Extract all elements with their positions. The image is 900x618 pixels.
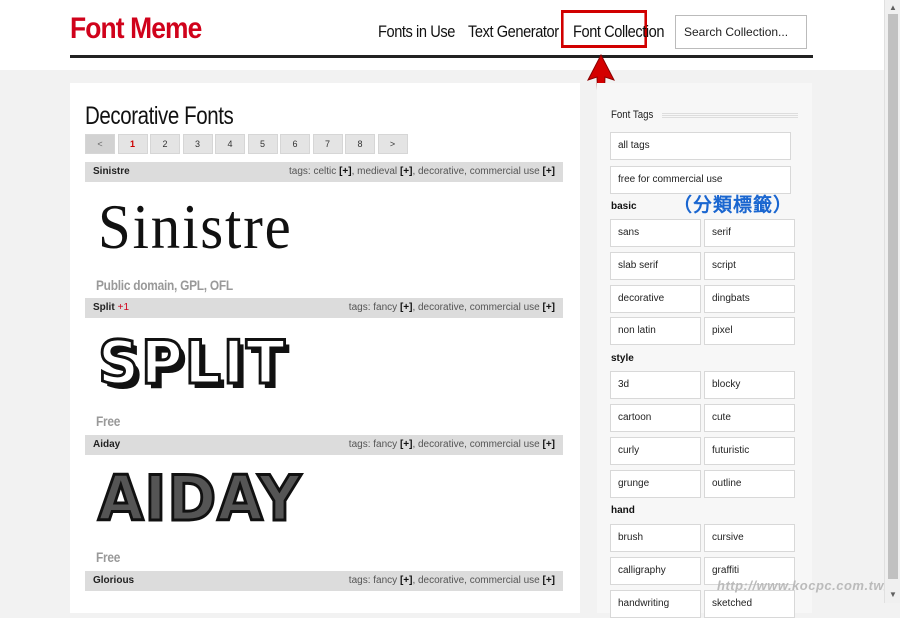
font-tags: tags: celtic [+], medieval [+], decorati…: [289, 166, 556, 177]
pager-page-5[interactable]: 5: [247, 134, 278, 154]
tag-add-link[interactable]: [+]: [339, 166, 352, 177]
tag-link[interactable]: medieval: [357, 166, 397, 177]
font-name-link[interactable]: Split +1: [93, 298, 129, 318]
font-license: Free: [96, 549, 121, 565]
annotation-label: （分類標籤）: [673, 195, 794, 216]
tag-item[interactable]: pixel: [704, 317, 795, 345]
tag-add-link[interactable]: [+]: [543, 166, 556, 177]
tag-link[interactable]: decorative, commercial use: [418, 575, 540, 586]
tag-item[interactable]: decorative: [610, 285, 701, 313]
font-row-header: Sinistre tags: celtic [+], medieval [+],…: [85, 162, 563, 182]
tag-add-link[interactable]: [+]: [400, 166, 413, 177]
tag-link[interactable]: decorative, commercial use: [418, 302, 540, 313]
tag-link[interactable]: tags: celtic: [289, 166, 336, 177]
scroll-up-arrow-icon[interactable]: ▲: [889, 3, 897, 12]
nav-fonts-in-use[interactable]: Fonts in Use: [378, 22, 455, 42]
tag-add-link[interactable]: [+]: [543, 439, 556, 450]
tag-item[interactable]: calligraphy: [610, 557, 701, 585]
tag-add-link[interactable]: [+]: [400, 439, 413, 450]
tag-add-link[interactable]: [+]: [400, 575, 413, 586]
tag-item[interactable]: sans: [610, 219, 701, 247]
tag-item[interactable]: grunge: [610, 470, 701, 498]
tag-item[interactable]: cursive: [704, 524, 795, 552]
tag-item[interactable]: non latin: [610, 317, 701, 345]
tag-item[interactable]: handwriting: [610, 590, 701, 618]
pager-next[interactable]: >: [377, 134, 408, 154]
pager-page-6[interactable]: 6: [280, 134, 310, 154]
font-row-header: Aiday tags: fancy [+], decorative, comme…: [85, 435, 563, 455]
page-title: Decorative Fonts: [85, 102, 234, 130]
pager-page-7[interactable]: 7: [312, 134, 343, 154]
page-scrollbar[interactable]: ▲ ▼: [884, 0, 900, 603]
tag-item[interactable]: sketched: [704, 590, 795, 618]
scrollbar-thumb[interactable]: [888, 14, 898, 579]
pager-page-3[interactable]: 3: [182, 134, 213, 154]
tag-all-tags[interactable]: all tags: [610, 132, 791, 160]
pager-page-2[interactable]: 2: [150, 134, 180, 154]
tag-link[interactable]: tags: fancy: [349, 302, 397, 313]
pager-page-8[interactable]: 8: [345, 134, 375, 154]
tag-group-hand: hand: [611, 505, 635, 516]
font-row-header: Glorious tags: fancy [+], decorative, co…: [85, 571, 563, 591]
font-name-link[interactable]: Glorious: [93, 571, 134, 591]
sidebar-title-rule: [662, 113, 798, 118]
pager-page-4[interactable]: 4: [215, 134, 245, 154]
font-tags: tags: fancy [+], decorative, commercial …: [348, 439, 556, 450]
search-input[interactable]: Search Collection...: [675, 15, 807, 49]
font-name-link[interactable]: Aiday: [93, 435, 120, 455]
tag-add-link[interactable]: [+]: [400, 302, 413, 313]
tag-link[interactable]: tags: fancy: [349, 575, 397, 586]
tag-group-style: style: [611, 353, 634, 364]
sidebar-title: Font Tags: [611, 109, 654, 121]
nav-text-generator[interactable]: Text Generator: [468, 22, 559, 42]
font-name-link[interactable]: Sinistre: [93, 162, 130, 182]
font-license: Free: [96, 413, 121, 429]
font-tags: tags: fancy [+], decorative, commercial …: [348, 575, 556, 586]
tag-item[interactable]: brush: [610, 524, 701, 552]
tag-add-link[interactable]: [+]: [543, 302, 556, 313]
tag-link[interactable]: tags: fancy: [349, 439, 397, 450]
pager-page-1[interactable]: 1: [117, 134, 148, 154]
watermark: http://www.kocpc.com.tw/: [717, 578, 889, 593]
tag-item[interactable]: serif: [704, 219, 795, 247]
pagination: < 1 2 3 4 5 6 7 8 >: [85, 134, 410, 154]
tag-item[interactable]: curly: [610, 437, 701, 465]
header-divider: [70, 55, 813, 58]
font-preview-image[interactable]: AIDAY: [97, 461, 303, 537]
tag-add-link[interactable]: [+]: [543, 575, 556, 586]
tag-item[interactable]: cartoon: [610, 404, 701, 432]
site-logo[interactable]: Font Meme: [70, 12, 202, 46]
pager-prev[interactable]: <: [85, 134, 115, 154]
tag-item[interactable]: blocky: [704, 371, 795, 399]
scroll-down-arrow-icon[interactable]: ▼: [889, 590, 897, 599]
font-license: Public domain, GPL, OFL: [96, 277, 233, 293]
tag-item[interactable]: futuristic: [704, 437, 795, 465]
font-preview-image[interactable]: SPLIT: [97, 327, 287, 400]
tag-group-basic: basic: [611, 201, 637, 212]
tag-link[interactable]: decorative, commercial use: [418, 166, 540, 177]
font-tags: tags: fancy [+], decorative, commercial …: [348, 302, 556, 313]
tag-item[interactable]: 3d: [610, 371, 701, 399]
tag-item[interactable]: dingbats: [704, 285, 795, 313]
tag-link[interactable]: decorative, commercial use: [418, 439, 540, 450]
tag-item[interactable]: outline: [704, 470, 795, 498]
tag-item[interactable]: slab serif: [610, 252, 701, 280]
font-row-header: Split +1 tags: fancy [+], decorative, com…: [85, 298, 563, 318]
tag-item[interactable]: script: [704, 252, 795, 280]
font-preview-image[interactable]: Sinistre: [98, 190, 293, 264]
tag-item[interactable]: cute: [704, 404, 795, 432]
nav-font-collection[interactable]: Font Collection: [573, 22, 664, 42]
